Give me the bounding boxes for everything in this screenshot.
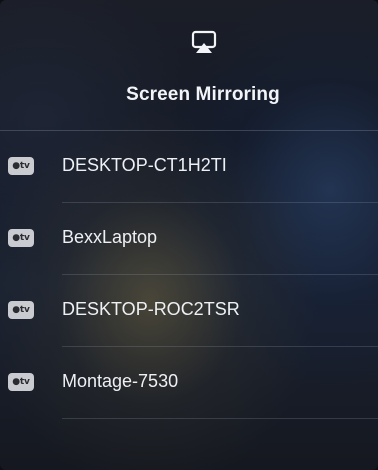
device-name: DESKTOP-ROC2TSR: [62, 299, 240, 319]
device-name: BexxLaptop: [62, 227, 158, 247]
device-row-desktop-roc2tsr[interactable]: ●tv DESKTOP-ROC2TSR: [0, 275, 378, 347]
page-title: Screen Mirroring: [126, 84, 280, 105]
device-list: ●tv DESKTOP-CT1H2TI ●tv BexxLaptop ●tv D…: [0, 131, 378, 419]
divider: [62, 418, 378, 419]
apple-tv-icon: ●tv: [8, 229, 34, 247]
apple-tv-icon: ●tv: [8, 373, 34, 391]
airplay-icon: [191, 30, 217, 53]
screen-mirroring-panel: Screen Mirroring ●tv DESKTOP-CT1H2TI ●tv…: [0, 0, 378, 470]
device-row-montage-7530[interactable]: ●tv Montage-7530: [0, 347, 378, 419]
device-name: Montage-7530: [62, 371, 179, 391]
device-row-desktop-ct1h2ti[interactable]: ●tv DESKTOP-CT1H2TI: [0, 131, 378, 203]
device-name: DESKTOP-CT1H2TI: [62, 155, 227, 175]
apple-tv-icon: ●tv: [8, 157, 34, 175]
header: Screen Mirroring: [0, 0, 378, 130]
device-row-bexxlaptop[interactable]: ●tv BexxLaptop: [0, 203, 378, 275]
apple-tv-icon: ●tv: [8, 301, 34, 319]
